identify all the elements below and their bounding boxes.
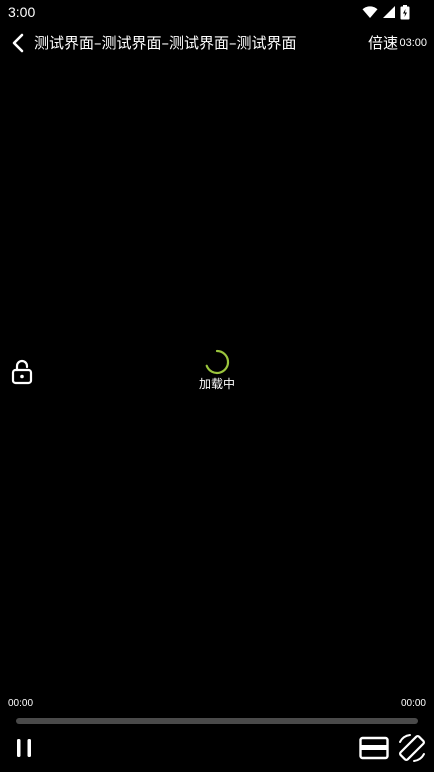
status-bar: 3:00 — [0, 0, 434, 24]
chevron-left-icon — [12, 33, 24, 53]
screen-lock-button[interactable] — [11, 359, 33, 385]
total-time: 00:00 — [400, 698, 426, 709]
picture-in-picture-button[interactable] — [359, 736, 389, 760]
pause-icon — [17, 739, 31, 757]
video-title: 测试界面–测试界面–测试界面–测试界面 — [34, 34, 297, 52]
seek-bar[interactable] — [16, 718, 418, 724]
unlocked-padlock-icon — [11, 359, 33, 385]
back-button[interactable] — [8, 31, 30, 55]
header-duration: 03:00 — [399, 37, 427, 49]
playback-speed-button[interactable]: 倍速 — [368, 33, 398, 53]
screen-rotation-button[interactable] — [396, 732, 428, 764]
battery-icon — [400, 4, 410, 19]
wifi-icon — [362, 6, 378, 18]
status-time: 3:00 — [8, 4, 36, 20]
status-icons — [362, 4, 410, 20]
screen-rotation-icon — [399, 734, 425, 762]
loading-spinner-icon — [205, 349, 230, 375]
loading-indicator: 加载中 — [187, 347, 247, 397]
player-top-bar: 测试界面–测试界面–测试界面–测试界面 倍速 03:00 — [0, 28, 434, 58]
picture-in-picture-icon — [359, 736, 389, 760]
pause-button[interactable] — [13, 736, 37, 760]
cellular-signal-icon — [383, 6, 395, 18]
loading-text: 加载中 — [198, 377, 235, 391]
current-time: 00:00 — [8, 698, 34, 709]
